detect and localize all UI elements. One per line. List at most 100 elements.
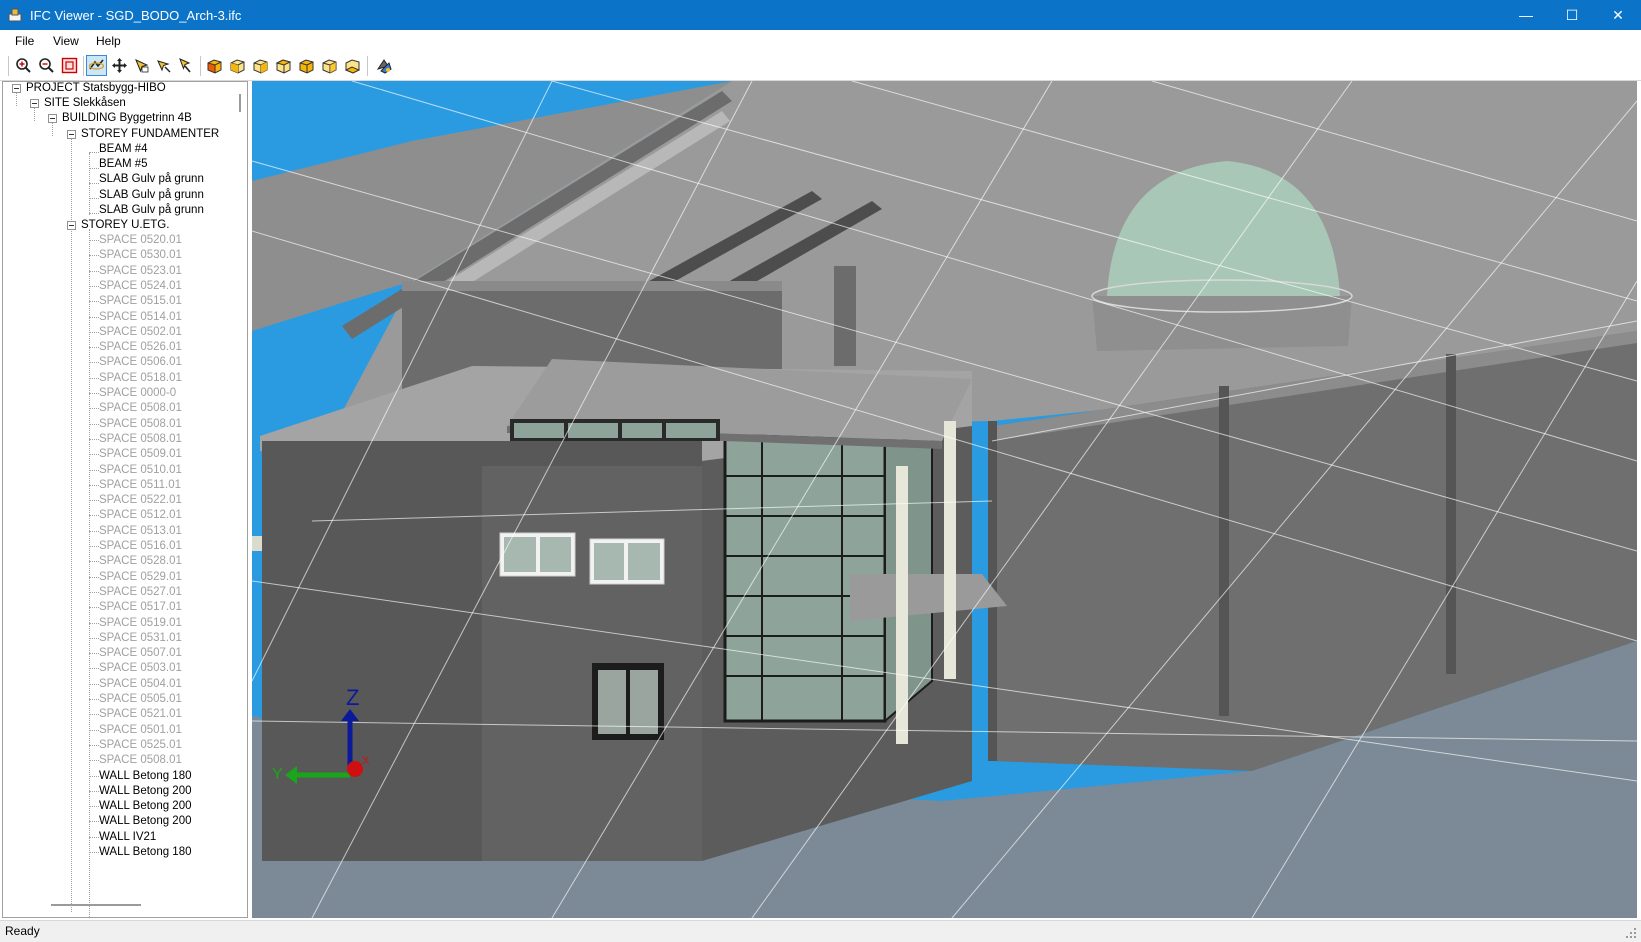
view-iso-button[interactable]: [204, 55, 225, 76]
tree-wall-item[interactable]: WALL Betong 180: [99, 844, 192, 860]
view-front-icon: [230, 59, 245, 74]
tree-space-item[interactable]: SPACE 0516.01: [99, 538, 182, 554]
view-top-button[interactable]: [273, 55, 294, 76]
tree-wall-item[interactable]: WALL Betong 200: [99, 798, 192, 814]
pick-button[interactable]: [175, 55, 196, 76]
tree-item[interactable]: BEAM #5: [99, 156, 148, 172]
walk-button[interactable]: [153, 55, 174, 76]
tree-space-item[interactable]: SPACE 0520.01: [99, 232, 182, 248]
tree-space-item[interactable]: SPACE 0527.01: [99, 584, 182, 600]
tree-item[interactable]: SLAB Gulv på grunn: [99, 187, 204, 203]
toolbar: [0, 52, 1641, 81]
axis-y-label: Y: [272, 766, 283, 783]
tree-building[interactable]: BUILDING Byggetrinn 4B: [62, 110, 192, 126]
view-back-icon: [253, 59, 268, 74]
tree-space-item[interactable]: SPACE 0531.01: [99, 630, 182, 646]
tree-space-item[interactable]: SPACE 0501.01: [99, 722, 182, 738]
zoom-in-icon: [16, 58, 31, 73]
tree-space-item[interactable]: SPACE 0514.01: [99, 309, 182, 325]
view-top-icon: [275, 59, 292, 74]
menu-help[interactable]: Help: [96, 34, 121, 48]
tree-project[interactable]: PROJECT Statsbygg-HIBO: [26, 82, 166, 96]
axis-x-label: X: [362, 755, 370, 767]
expander-storey-fundamenter[interactable]: [67, 130, 76, 139]
tree-space-item[interactable]: SPACE 0519.01: [99, 615, 182, 631]
view-bottom-button[interactable]: [342, 55, 363, 76]
tree-space-item[interactable]: SPACE 0517.01: [99, 599, 182, 615]
tree-space-item[interactable]: SPACE 0508.01: [99, 416, 182, 432]
view-front-button[interactable]: [227, 55, 248, 76]
tree-space-item[interactable]: SPACE 0522.01: [99, 492, 182, 508]
maximize-button[interactable]: ☐: [1549, 0, 1595, 30]
pan-button[interactable]: [109, 55, 130, 76]
tree-vertical-scrollbar[interactable]: [239, 94, 241, 112]
tree-space-item[interactable]: SPACE 0530.01: [99, 247, 182, 263]
tree-wall-item[interactable]: WALL IV21: [99, 829, 156, 845]
zoom-out-button[interactable]: [36, 55, 57, 76]
3d-viewport[interactable]: Z Y X: [252, 81, 1637, 918]
tree-space-item[interactable]: SPACE 0513.01: [99, 523, 182, 539]
tree-space-item[interactable]: SPACE 0503.01: [99, 660, 182, 676]
tree-space-item[interactable]: SPACE 0000-0: [99, 385, 176, 401]
model-render[interactable]: Z Y X: [252, 81, 1637, 918]
render-mode-button[interactable]: [373, 55, 394, 76]
tree-space-item[interactable]: SPACE 0512.01: [99, 507, 182, 523]
zoom-in-button[interactable]: [13, 55, 34, 76]
orbit-button[interactable]: [86, 55, 107, 76]
tree-space-item[interactable]: SPACE 0529.01: [99, 569, 182, 585]
tree-space-item[interactable]: SPACE 0525.01: [99, 737, 182, 753]
menu-bar: File View Help: [0, 30, 1641, 52]
menu-file[interactable]: File: [15, 34, 34, 48]
tree-space-item[interactable]: SPACE 0528.01: [99, 553, 182, 569]
status-bar: Ready: [0, 920, 1641, 942]
resize-grip-icon[interactable]: [1625, 927, 1637, 939]
select-icon: [135, 59, 149, 73]
tree-space-item[interactable]: SPACE 0504.01: [99, 676, 182, 692]
tree-space-item[interactable]: SPACE 0510.01: [99, 462, 182, 478]
tree-space-item[interactable]: SPACE 0521.01: [99, 706, 182, 722]
tree-space-item[interactable]: SPACE 0507.01: [99, 645, 182, 661]
menu-view[interactable]: View: [53, 34, 79, 48]
select-button[interactable]: [131, 55, 152, 76]
tree-space-item[interactable]: SPACE 0508.01: [99, 400, 182, 416]
tree-storey-fundamenter[interactable]: STOREY FUNDAMENTER: [81, 126, 219, 142]
tree-site[interactable]: SITE Slekkåsen: [44, 95, 126, 111]
view-left-button[interactable]: [296, 55, 317, 76]
tree-space-item[interactable]: SPACE 0523.01: [99, 263, 182, 279]
minimize-button[interactable]: —: [1503, 0, 1549, 30]
view-back-button[interactable]: [250, 55, 271, 76]
tree-storey-uetg[interactable]: STOREY U.ETG.: [81, 217, 169, 233]
tree-wall-item[interactable]: WALL Betong 180: [99, 768, 192, 784]
tree-space-item[interactable]: SPACE 0505.01: [99, 691, 182, 707]
view-right-icon: [322, 59, 337, 74]
expander-site[interactable]: [30, 99, 39, 108]
tree-wall-item[interactable]: WALL Betong 200: [99, 813, 192, 829]
expander-storey-uetg[interactable]: [67, 221, 76, 230]
tree-space-item[interactable]: SPACE 0502.01: [99, 324, 182, 340]
zoom-extents-button[interactable]: [59, 55, 80, 76]
view-bottom-icon: [344, 59, 361, 74]
tree-space-item[interactable]: SPACE 0511.01: [99, 477, 181, 493]
tree-space-item[interactable]: SPACE 0526.01: [99, 339, 182, 355]
tree-item[interactable]: BEAM #4: [99, 141, 148, 157]
tree-space-item[interactable]: SPACE 0509.01: [99, 446, 182, 462]
tree-space-item[interactable]: SPACE 0508.01: [99, 431, 182, 447]
tree-space-item[interactable]: SPACE 0524.01: [99, 278, 182, 294]
expander-project[interactable]: [12, 84, 21, 93]
walk-icon: [157, 60, 171, 73]
tree-horizontal-scrollbar[interactable]: [51, 904, 141, 906]
tree-space-item[interactable]: SPACE 0506.01: [99, 354, 182, 370]
tree-space-item[interactable]: SPACE 0515.01: [99, 293, 182, 309]
tree-space-item[interactable]: SPACE 0508.01: [99, 752, 182, 768]
close-button[interactable]: ✕: [1595, 0, 1641, 30]
tree-item[interactable]: SLAB Gulv på grunn: [99, 171, 204, 187]
tree-space-item[interactable]: SPACE 0518.01: [99, 370, 182, 386]
tree-item[interactable]: SLAB Gulv på grunn: [99, 202, 204, 218]
status-text: Ready: [5, 924, 40, 938]
model-tree[interactable]: PROJECT Statsbygg-HIBO SITE Slekkåsen BU…: [2, 81, 248, 918]
toolbar-grip: [8, 56, 9, 76]
view-right-button[interactable]: [319, 55, 340, 76]
expander-building[interactable]: [48, 114, 57, 123]
tree-wall-item[interactable]: WALL Betong 200: [99, 783, 192, 799]
pan-icon: [112, 58, 127, 73]
